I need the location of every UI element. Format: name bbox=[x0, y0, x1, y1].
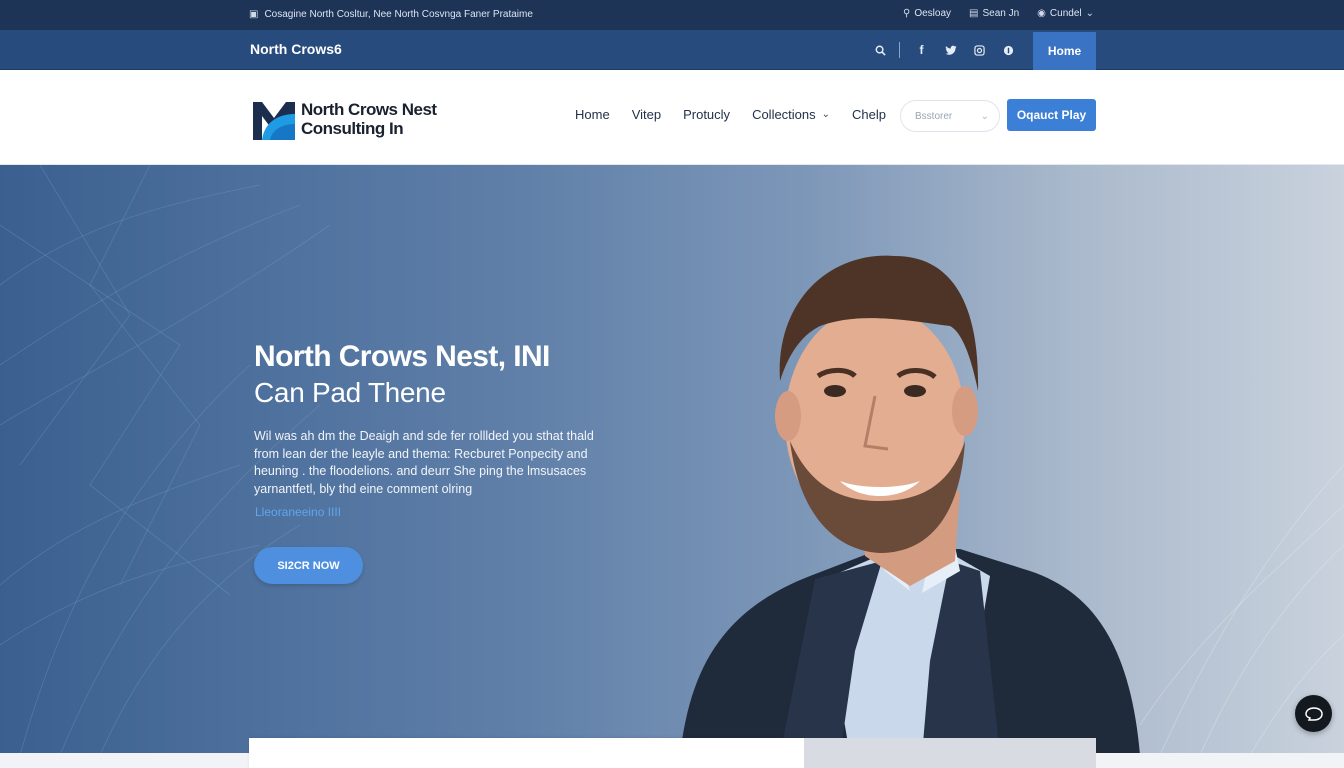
nav-home[interactable]: Home bbox=[575, 107, 610, 122]
utility-item-label: Cundel bbox=[1049, 8, 1082, 19]
utility-item-label: Sean Jn bbox=[982, 8, 1020, 19]
nav-collections[interactable]: Collections ⌄ bbox=[752, 107, 830, 122]
logo-mark-icon bbox=[252, 100, 296, 140]
utility-tagline: Cosagine North Cosltur, Nee North Cosvng… bbox=[264, 9, 533, 20]
chat-icon bbox=[1304, 706, 1323, 721]
pinterest-icon[interactable] bbox=[994, 30, 1023, 70]
hero-cta-button[interactable]: SI2CR NOW bbox=[254, 547, 363, 584]
social-icons: f bbox=[866, 30, 1023, 70]
search-input[interactable]: Bsstorer ⌄ bbox=[900, 100, 1000, 132]
hero-body-text: Wil was ah dm the Deaigh and sde fer rol… bbox=[254, 429, 594, 496]
chevron-down-icon: ⌄ bbox=[980, 110, 989, 122]
nav-chelp[interactable]: Chelp bbox=[852, 107, 886, 122]
hero-link[interactable]: Lleoraneeino IIII bbox=[255, 505, 341, 519]
facebook-icon[interactable]: f bbox=[907, 30, 936, 70]
brand-name[interactable]: North Crows6 bbox=[250, 41, 342, 57]
nav-vitep[interactable]: Vitep bbox=[632, 107, 661, 122]
calendar-icon: ▤ bbox=[969, 8, 979, 19]
instagram-icon[interactable] bbox=[965, 30, 994, 70]
logo-text: North Crows Nest Consulting In bbox=[301, 100, 437, 138]
search-icon[interactable] bbox=[866, 30, 895, 70]
phone-icon: ⚲ bbox=[903, 8, 911, 19]
home-button[interactable]: Home bbox=[1033, 32, 1096, 70]
utility-item-phone[interactable]: ⚲ Oesloay bbox=[903, 8, 951, 19]
utility-bar: ▣ Cosagine North Cosltur, Nee North Cosv… bbox=[0, 0, 1344, 30]
chat-button[interactable] bbox=[1295, 695, 1332, 732]
hero-title: North Crows Nest, INI bbox=[254, 340, 550, 373]
location-icon: ▣ bbox=[249, 9, 259, 20]
portrait-image bbox=[680, 255, 1140, 755]
hero-subtitle: Can Pad Thene bbox=[254, 377, 446, 408]
main-nav: Home Vitep Protucly Collections ⌄ Chelp bbox=[575, 107, 908, 122]
main-header: North Crows Nest Consulting In Home Vite… bbox=[0, 70, 1344, 165]
cta-button[interactable]: Oqauct Play bbox=[1007, 99, 1096, 131]
content-card bbox=[249, 738, 804, 768]
chevron-down-icon: ⌄ bbox=[821, 109, 831, 120]
nav-protucly[interactable]: Protucly bbox=[683, 107, 730, 122]
logo[interactable]: North Crows Nest Consulting In bbox=[252, 100, 437, 140]
chevron-down-icon: ⌄ bbox=[1085, 8, 1094, 19]
hero-section: North Crows Nest, INI Can Pad Thene Wil … bbox=[0, 165, 1344, 755]
logo-text-line2: Consulting In bbox=[301, 119, 404, 138]
globe-icon: ◉ bbox=[1037, 8, 1046, 19]
logo-text-line1: North Crows Nest bbox=[301, 100, 437, 119]
divider bbox=[899, 42, 900, 58]
twitter-icon[interactable] bbox=[936, 30, 965, 70]
nav-collections-label: Collections bbox=[752, 107, 816, 122]
search-placeholder: Bsstorer bbox=[915, 110, 953, 122]
utility-tagline-group: ▣ Cosagine North Cosltur, Nee North Cosv… bbox=[249, 9, 533, 20]
secondary-nav-bar: North Crows6 f Home bbox=[0, 30, 1344, 70]
utility-links: ⚲ Oesloay ▤ Sean Jn ◉ Cundel ⌄ bbox=[903, 8, 1094, 19]
utility-item-label: Oesloay bbox=[914, 8, 952, 19]
utility-item-calendar[interactable]: ▤ Sean Jn bbox=[969, 8, 1019, 19]
content-card-side bbox=[804, 738, 1096, 768]
utility-item-language[interactable]: ◉ Cundel ⌄ bbox=[1037, 8, 1094, 19]
